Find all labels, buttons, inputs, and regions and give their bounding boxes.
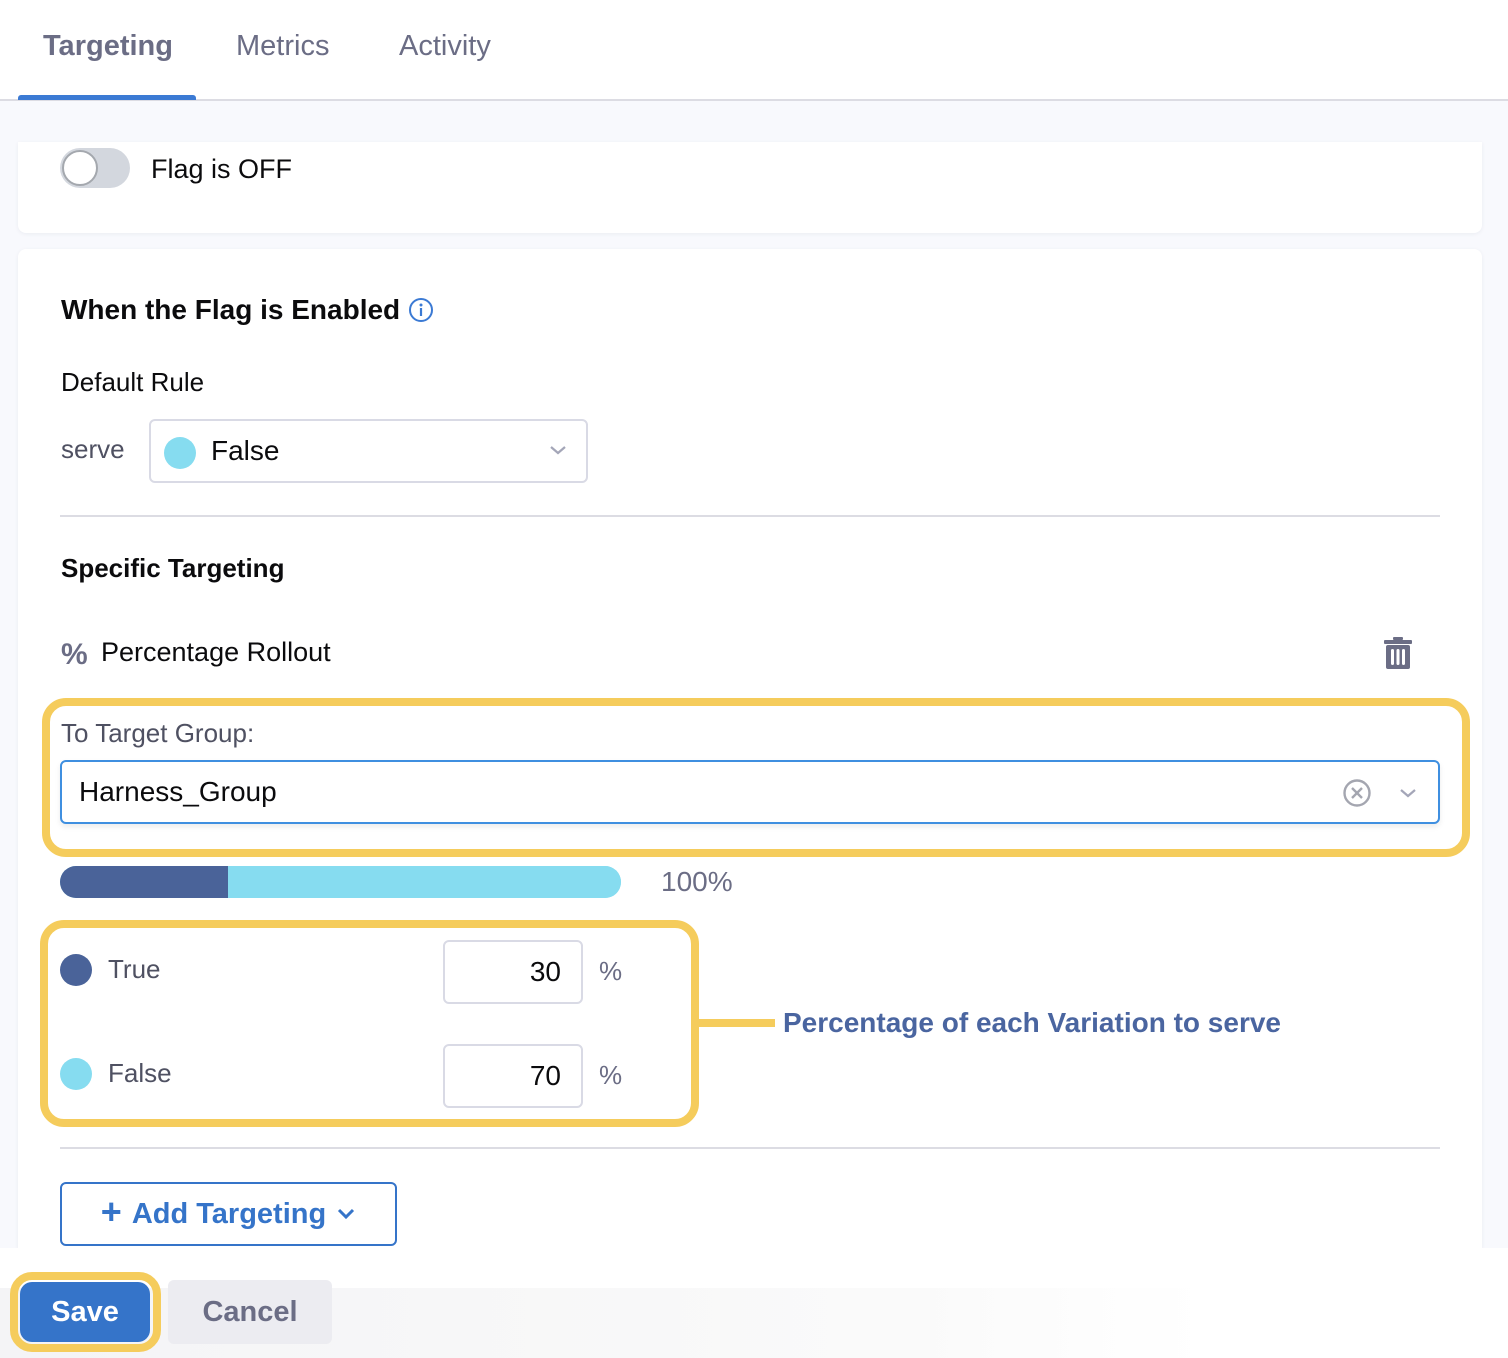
toggle-knob	[62, 150, 98, 186]
tab-metrics[interactable]: Metrics	[236, 30, 329, 63]
variation-percent-input[interactable]	[443, 1044, 583, 1108]
trash-icon[interactable]	[1383, 636, 1413, 670]
distribution-total: 100%	[661, 866, 733, 897]
specific-targeting-title: Specific Targeting	[61, 553, 285, 583]
variation-percent-input[interactable]	[443, 940, 583, 1004]
section-title: When the Flag is Enabled	[61, 294, 401, 325]
divider	[60, 515, 1440, 517]
annotation-text: Percentage of each Variation to serve	[783, 1007, 1281, 1038]
variation-color-dot	[60, 1058, 92, 1090]
target-group-select[interactable]: Harness_Group	[60, 760, 1440, 824]
chevron-down-icon	[338, 1208, 355, 1220]
divider	[60, 1147, 1440, 1149]
add-targeting-label: Add Targeting	[131, 1197, 327, 1230]
selected-variation: False	[211, 435, 280, 466]
distribution-segment-true	[60, 866, 229, 898]
tab-bar: Targeting Metrics Activity	[0, 0, 1508, 101]
save-button[interactable]: Save	[20, 1282, 150, 1342]
variation-label: False	[108, 1058, 172, 1088]
chevron-down-icon	[550, 446, 566, 455]
percent-icon: %	[61, 638, 88, 671]
distribution-segment-false	[228, 866, 621, 898]
distribution-bar	[60, 866, 621, 898]
flag-status-label: Flag is OFF	[151, 154, 293, 184]
default-rule-label: Default Rule	[61, 367, 205, 397]
tab-targeting[interactable]: Targeting	[43, 30, 173, 63]
active-tab-indicator	[18, 95, 196, 100]
add-targeting-button[interactable]: + Add Targeting	[60, 1182, 397, 1246]
info-icon[interactable]	[408, 297, 434, 323]
tab-activity[interactable]: Activity	[399, 30, 491, 63]
serve-label: serve	[61, 434, 125, 464]
percent-symbol: %	[599, 956, 623, 986]
default-variation-select[interactable]: False	[149, 419, 588, 483]
variation-row-true: True %	[60, 940, 660, 1004]
percentage-rollout-label: Percentage Rollout	[101, 637, 331, 667]
target-group-value: Harness_Group	[79, 776, 277, 807]
annotation-connector	[699, 1019, 775, 1027]
variation-label: True	[108, 954, 161, 984]
variation-row-false: False %	[60, 1044, 660, 1108]
variation-color-dot	[164, 437, 196, 469]
clear-icon[interactable]	[1342, 778, 1372, 808]
percent-symbol: %	[599, 1060, 623, 1090]
cancel-button[interactable]: Cancel	[168, 1280, 332, 1344]
chevron-down-icon	[1400, 789, 1416, 798]
plus-icon: +	[100, 1191, 122, 1232]
variation-color-dot	[60, 954, 92, 986]
flag-toggle[interactable]	[60, 148, 130, 188]
target-group-label: To Target Group:	[61, 718, 255, 748]
